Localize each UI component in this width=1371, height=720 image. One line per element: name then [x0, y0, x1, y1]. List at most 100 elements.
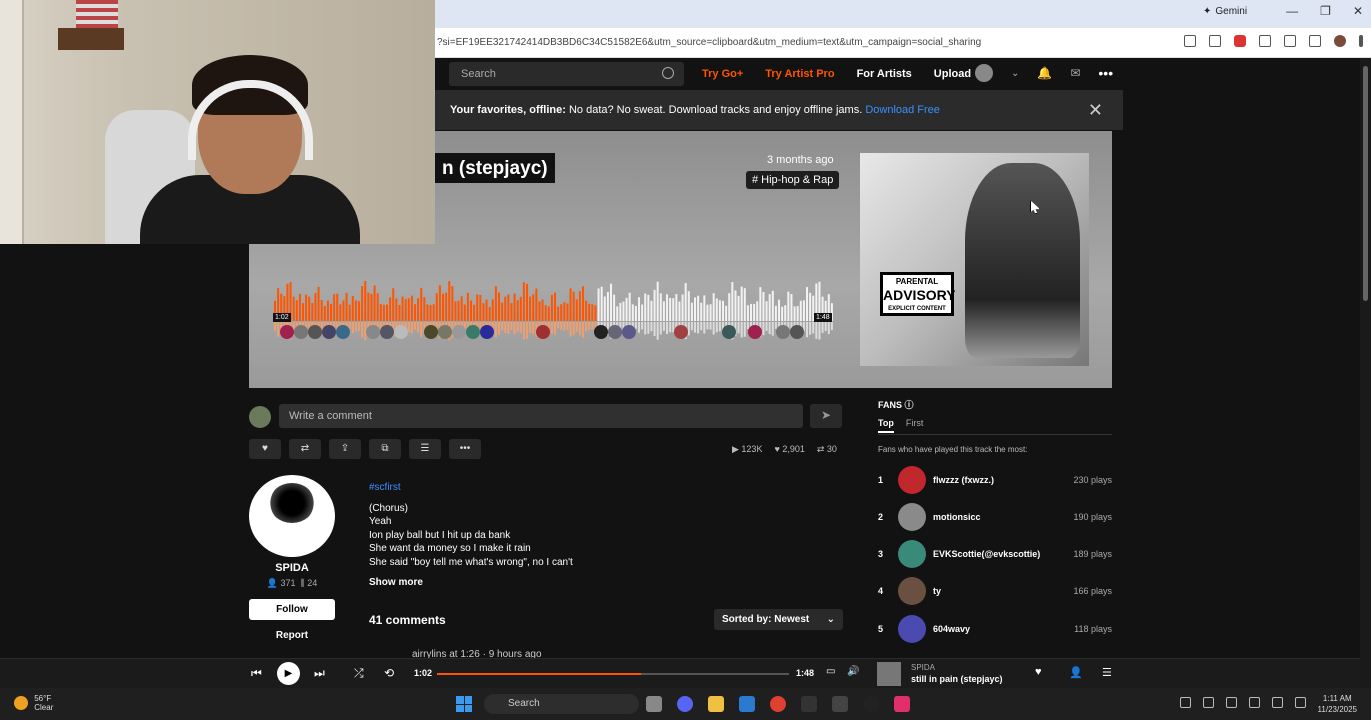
- fan-name[interactable]: ty: [933, 586, 941, 596]
- tab-top[interactable]: Top: [878, 418, 894, 433]
- hashtag-link[interactable]: #scfirst: [369, 481, 573, 495]
- add-to-playlist-button[interactable]: ☰: [409, 439, 441, 459]
- taskbar-search[interactable]: Search: [484, 694, 639, 714]
- address-bar[interactable]: ?si=EF19EE321742414DB3BD6C34C51582E6&utm…: [435, 28, 1371, 58]
- more-dots-icon[interactable]: •••: [1098, 65, 1113, 81]
- repeat-icon[interactable]: ⟲: [384, 666, 394, 680]
- fan-row[interactable]: 2 motionsicc 190 plays: [878, 503, 1112, 531]
- now-playing-artwork[interactable]: [877, 662, 901, 686]
- now-playing-artist[interactable]: SPIDA: [911, 663, 935, 672]
- artist-avatar[interactable]: [249, 475, 335, 557]
- cast-icon[interactable]: [1284, 35, 1296, 47]
- timed-comment-avatar[interactable]: [776, 325, 790, 339]
- try-artist-pro-link[interactable]: Try Artist Pro: [765, 68, 834, 80]
- fan-row[interactable]: 4 ty 166 plays: [878, 577, 1112, 605]
- follow-button[interactable]: Follow: [249, 599, 335, 620]
- follow-user-icon[interactable]: 👤: [1069, 666, 1083, 679]
- search-input[interactable]: Search: [449, 62, 684, 86]
- queue-icon[interactable]: ☰: [1102, 666, 1112, 679]
- share-button[interactable]: ⇪: [329, 439, 361, 459]
- like-icon[interactable]: ♥: [1035, 666, 1042, 678]
- timed-comment-avatar[interactable]: [438, 325, 452, 339]
- tiktok-icon[interactable]: [894, 696, 910, 712]
- sort-dropdown[interactable]: Sorted by: Newest ⌄: [714, 609, 843, 630]
- speaker-icon[interactable]: [1295, 697, 1306, 708]
- timed-comment-avatar[interactable]: [322, 325, 336, 339]
- maximize-icon[interactable]: ❐: [1320, 4, 1331, 18]
- gemini-button[interactable]: ✦ Gemini: [1203, 6, 1247, 17]
- timed-comment-avatar[interactable]: [748, 325, 762, 339]
- timed-comment-avatar[interactable]: [380, 325, 394, 339]
- report-button[interactable]: Report: [249, 630, 335, 641]
- timed-comment-avatar[interactable]: [622, 325, 636, 339]
- media-icon[interactable]: [1309, 35, 1321, 47]
- show-more-button[interactable]: Show more: [369, 577, 423, 588]
- send-icon[interactable]: ➤: [810, 404, 842, 428]
- timed-comment-avatar[interactable]: [424, 325, 438, 339]
- timed-comment-avatar[interactable]: [308, 325, 322, 339]
- fan-name[interactable]: EVKScottie(@evkscottie): [933, 549, 1040, 559]
- page-scrollbar[interactable]: [1360, 58, 1371, 688]
- timed-comment-avatar[interactable]: [608, 325, 622, 339]
- minimize-icon[interactable]: —: [1286, 4, 1298, 18]
- timed-comment-avatar[interactable]: [674, 325, 688, 339]
- fan-avatar[interactable]: [898, 503, 926, 531]
- tray-app-icon[interactable]: [1203, 697, 1214, 708]
- timed-comment-avatar[interactable]: [336, 325, 350, 339]
- next-icon[interactable]: ⏭: [314, 666, 325, 681]
- epic-games-icon[interactable]: [832, 696, 848, 712]
- fan-row[interactable]: 1 flwzzz (fxwzz.) 230 plays: [878, 466, 1112, 494]
- tray-sync-icon[interactable]: [1226, 697, 1237, 708]
- fan-row[interactable]: 3 EVKScottie(@evkscottie) 189 plays: [878, 540, 1112, 568]
- profile-avatar-icon[interactable]: [1334, 35, 1346, 47]
- timed-comment-avatar[interactable]: [594, 325, 608, 339]
- chevron-down-icon[interactable]: ⌄: [1011, 68, 1019, 79]
- bookmark-star-icon[interactable]: [1209, 35, 1221, 47]
- weather-widget[interactable]: 56°F Clear: [14, 694, 53, 712]
- copy-link-button[interactable]: ⧉: [369, 439, 401, 459]
- fan-avatar[interactable]: [898, 615, 926, 643]
- cast-icon[interactable]: ▭: [826, 666, 835, 677]
- notifications-bell-icon[interactable]: 🔔: [1037, 66, 1052, 80]
- more-button[interactable]: •••: [449, 439, 481, 459]
- app-icon[interactable]: [863, 696, 879, 712]
- messages-mail-icon[interactable]: ✉: [1070, 66, 1080, 80]
- progress-bar[interactable]: [437, 673, 789, 675]
- repost-button[interactable]: ⇄: [289, 439, 321, 459]
- upload-link[interactable]: Upload: [934, 68, 971, 80]
- like-button[interactable]: ♥: [249, 439, 281, 459]
- try-go-plus-link[interactable]: Try Go+: [702, 68, 743, 80]
- timed-comment-avatar[interactable]: [452, 325, 466, 339]
- url-text[interactable]: ?si=EF19EE321742414DB3BD6C34C51582E6&utm…: [437, 37, 981, 48]
- timed-comment-avatar[interactable]: [790, 325, 804, 339]
- close-icon[interactable]: ✕: [1088, 100, 1103, 121]
- discord-icon[interactable]: [677, 696, 693, 712]
- search-icon[interactable]: [662, 67, 674, 79]
- timed-comment-avatar[interactable]: [480, 325, 494, 339]
- store-icon[interactable]: [739, 696, 755, 712]
- timed-comment-avatar[interactable]: [466, 325, 480, 339]
- user-avatar[interactable]: [975, 64, 993, 82]
- fan-avatar[interactable]: [898, 466, 926, 494]
- fan-name[interactable]: flwzzz (fxwzz.): [933, 475, 994, 485]
- extension-red-icon[interactable]: [1234, 35, 1246, 47]
- tab-first[interactable]: First: [906, 418, 924, 433]
- fan-avatar[interactable]: [898, 540, 926, 568]
- fan-row[interactable]: 5 604wavy 118 plays: [878, 615, 1112, 643]
- shuffle-icon[interactable]: ⤮: [354, 666, 364, 681]
- info-icon[interactable]: ⓘ: [905, 400, 914, 410]
- timed-comment-avatar[interactable]: [294, 325, 308, 339]
- timed-comment-avatar[interactable]: [536, 325, 550, 339]
- extensions-puzzle-icon[interactable]: [1259, 35, 1271, 47]
- install-icon[interactable]: [1184, 35, 1196, 47]
- play-button[interactable]: ▶: [277, 662, 300, 685]
- file-icon[interactable]: [646, 696, 662, 712]
- timed-comment-avatar[interactable]: [280, 325, 294, 339]
- steam-icon[interactable]: [801, 696, 817, 712]
- chrome-icon[interactable]: [770, 696, 786, 712]
- wifi-icon[interactable]: [1272, 697, 1283, 708]
- volume-icon[interactable]: 🔊: [847, 666, 859, 677]
- microphone-icon[interactable]: [1249, 697, 1260, 708]
- comment-input[interactable]: Write a comment: [279, 404, 803, 428]
- genre-tag[interactable]: # Hip-hop & Rap: [746, 171, 840, 189]
